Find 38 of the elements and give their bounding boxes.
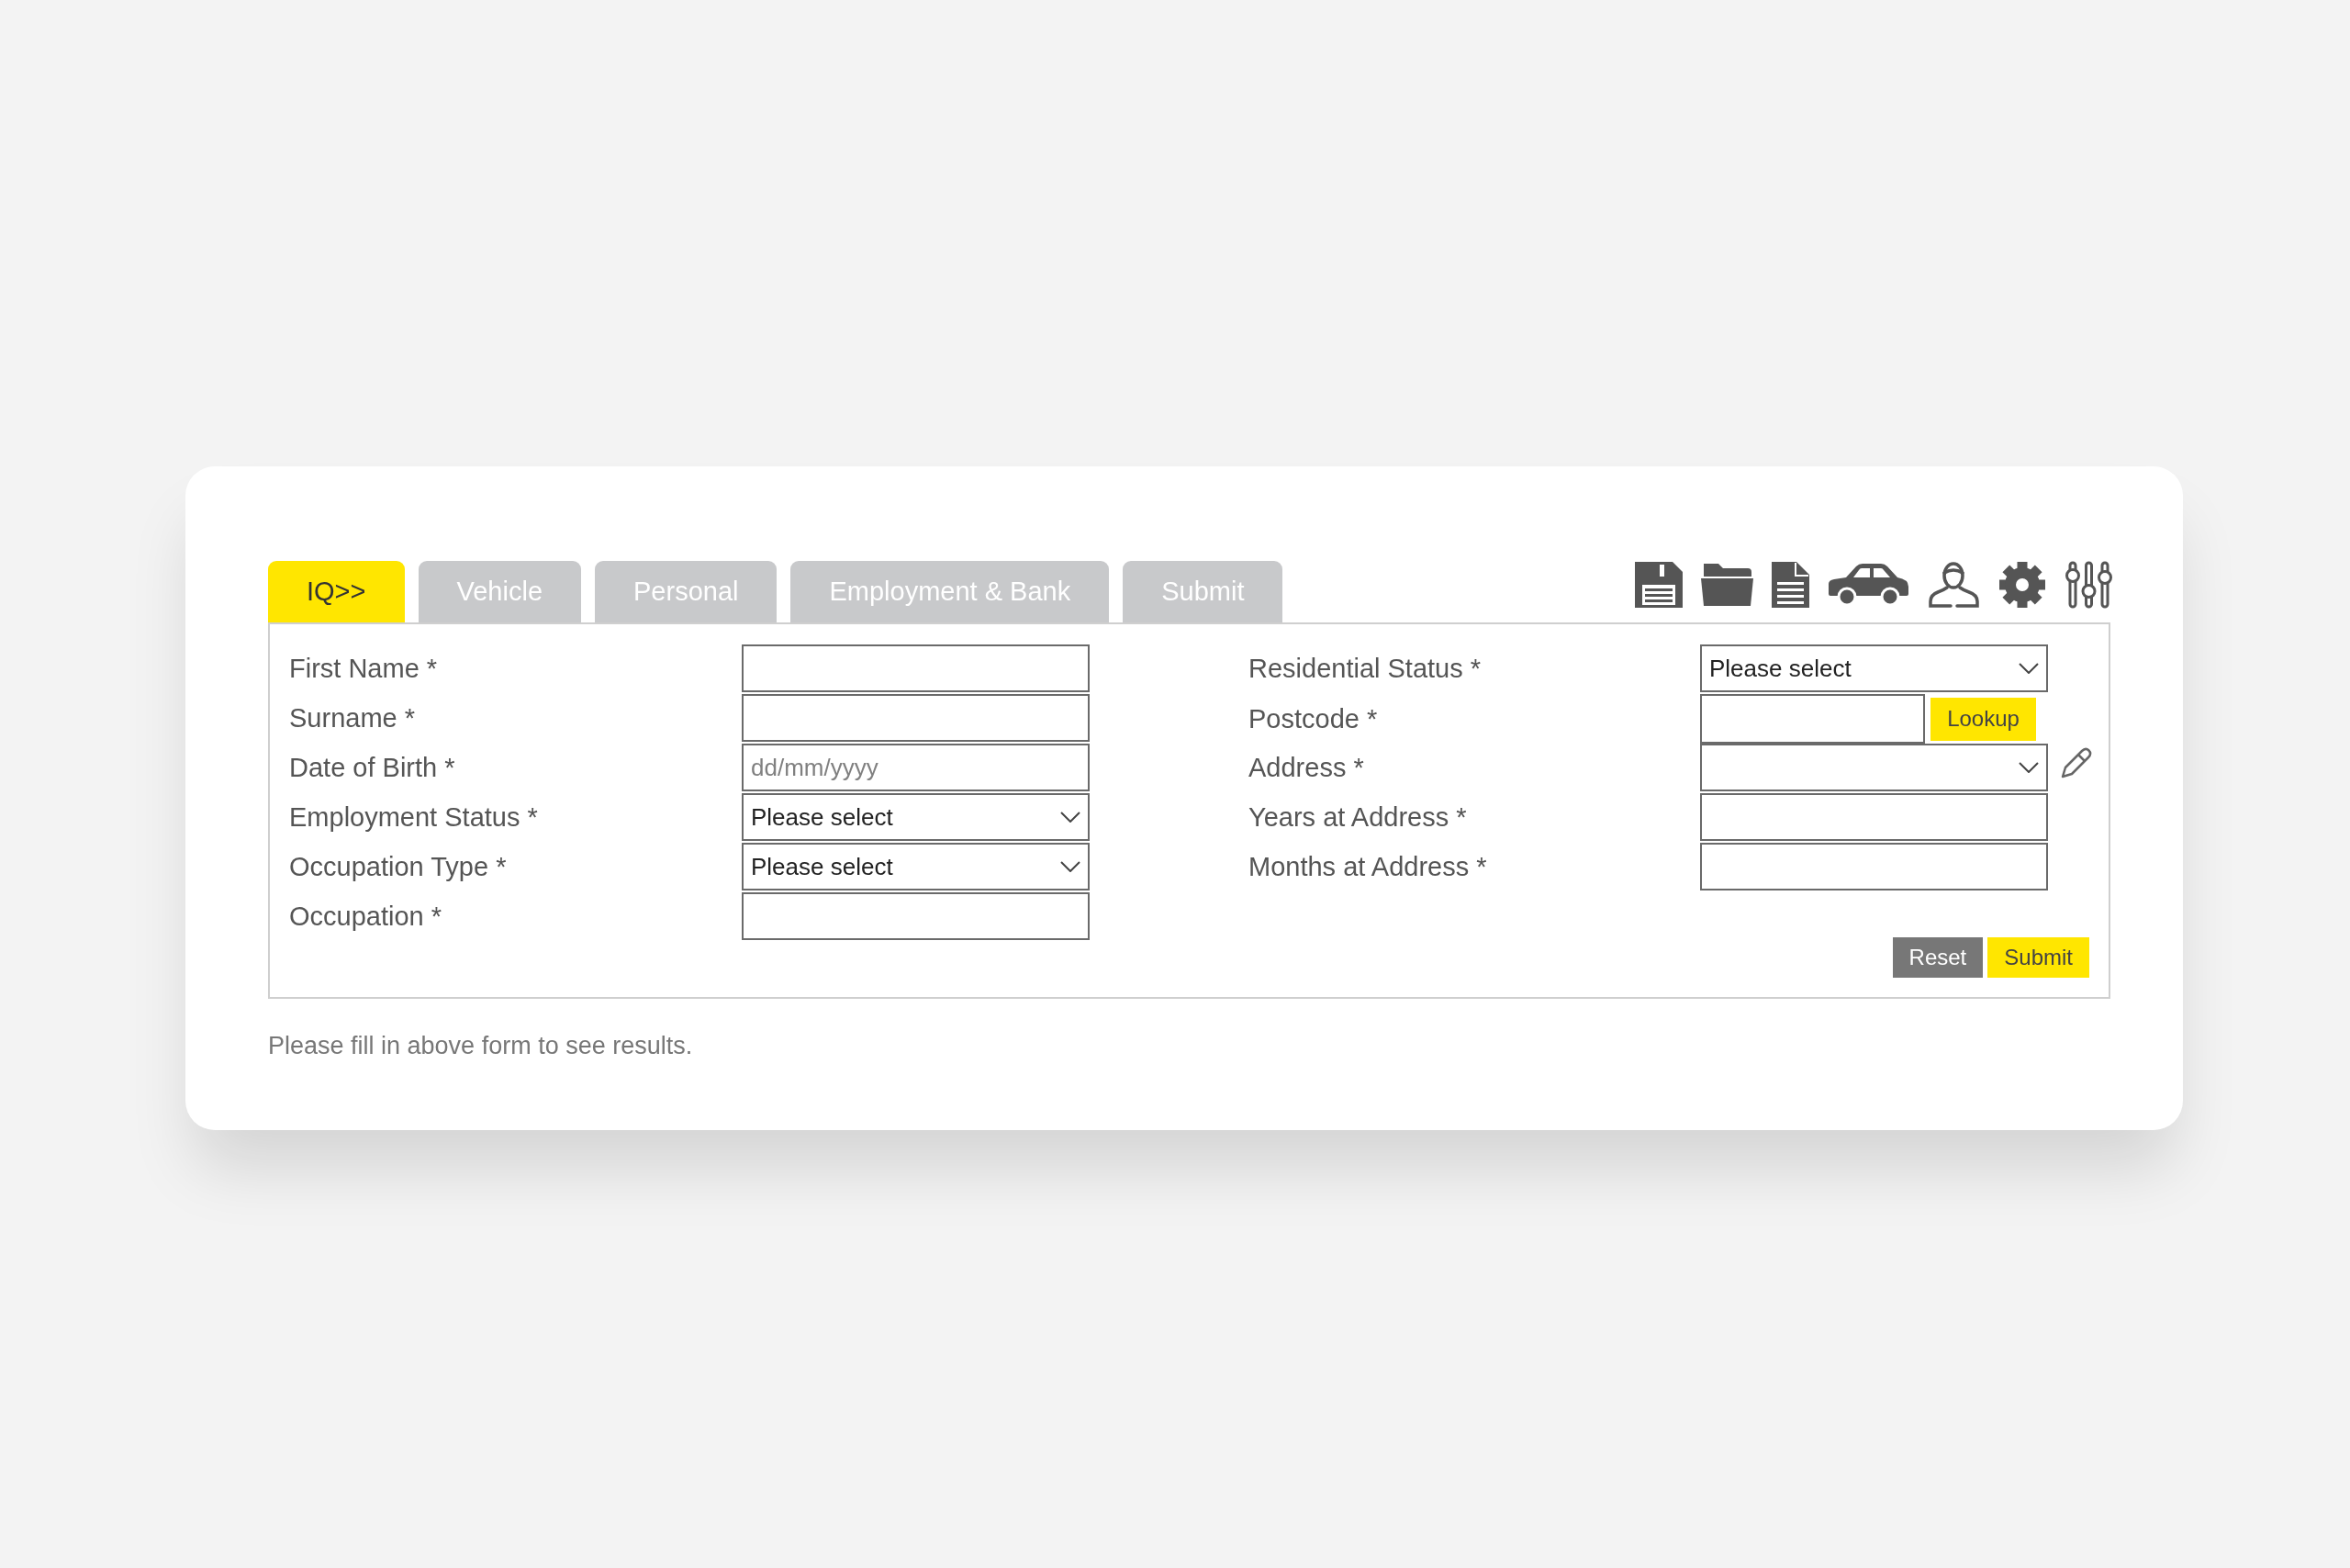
dropdown-field[interactable]: Please select <box>1700 644 2048 692</box>
dropdown-field[interactable]: Please select <box>742 843 1090 890</box>
field-label: Surname * <box>289 702 415 734</box>
field-label: Address * <box>1248 752 1364 783</box>
chevron-down-icon <box>2019 762 2039 773</box>
pencil-icon[interactable] <box>2060 746 2093 779</box>
field-label: Occupation Type * <box>289 851 507 882</box>
input-field[interactable] <box>742 694 1090 742</box>
sliders-icon[interactable] <box>2065 561 2113 609</box>
tab[interactable]: IQ>> <box>268 561 405 622</box>
chevron-down-icon <box>1060 861 1080 872</box>
input-field[interactable] <box>1700 793 2048 841</box>
person-icon[interactable] <box>1928 562 1980 608</box>
input-field[interactable] <box>742 644 1090 692</box>
input-field[interactable] <box>1700 694 1925 744</box>
field-label: Date of Birth * <box>289 752 455 783</box>
status-message: Please fill in above form to see results. <box>268 1032 693 1060</box>
reset-button[interactable]: Reset <box>1892 937 1984 978</box>
submit-button[interactable]: Submit <box>1987 937 2089 978</box>
lookup-button[interactable]: Lookup <box>1930 697 2036 741</box>
folder-icon[interactable] <box>1701 564 1753 606</box>
field-label: Employment Status * <box>289 801 538 833</box>
input-field[interactable] <box>742 892 1090 940</box>
dropdown-field[interactable]: Please select <box>742 793 1090 841</box>
document-icon[interactable] <box>1772 562 1809 608</box>
chevron-down-icon <box>1060 812 1080 823</box>
field-label: Occupation * <box>289 901 442 932</box>
input-field[interactable]: dd/mm/yyyy <box>742 744 1090 791</box>
field-label: Postcode * <box>1248 703 1378 734</box>
input-field[interactable] <box>1700 843 2048 890</box>
chevron-down-icon <box>2019 663 2039 674</box>
car-icon[interactable] <box>1828 563 1909 607</box>
field-label: First Name * <box>289 653 438 684</box>
field-label: Years at Address * <box>1248 801 1467 833</box>
gear-icon[interactable] <box>1998 561 2046 609</box>
field-label: Months at Address * <box>1248 851 1487 882</box>
dropdown-field[interactable] <box>1700 744 2048 791</box>
field-label: Residential Status * <box>1248 653 1482 684</box>
